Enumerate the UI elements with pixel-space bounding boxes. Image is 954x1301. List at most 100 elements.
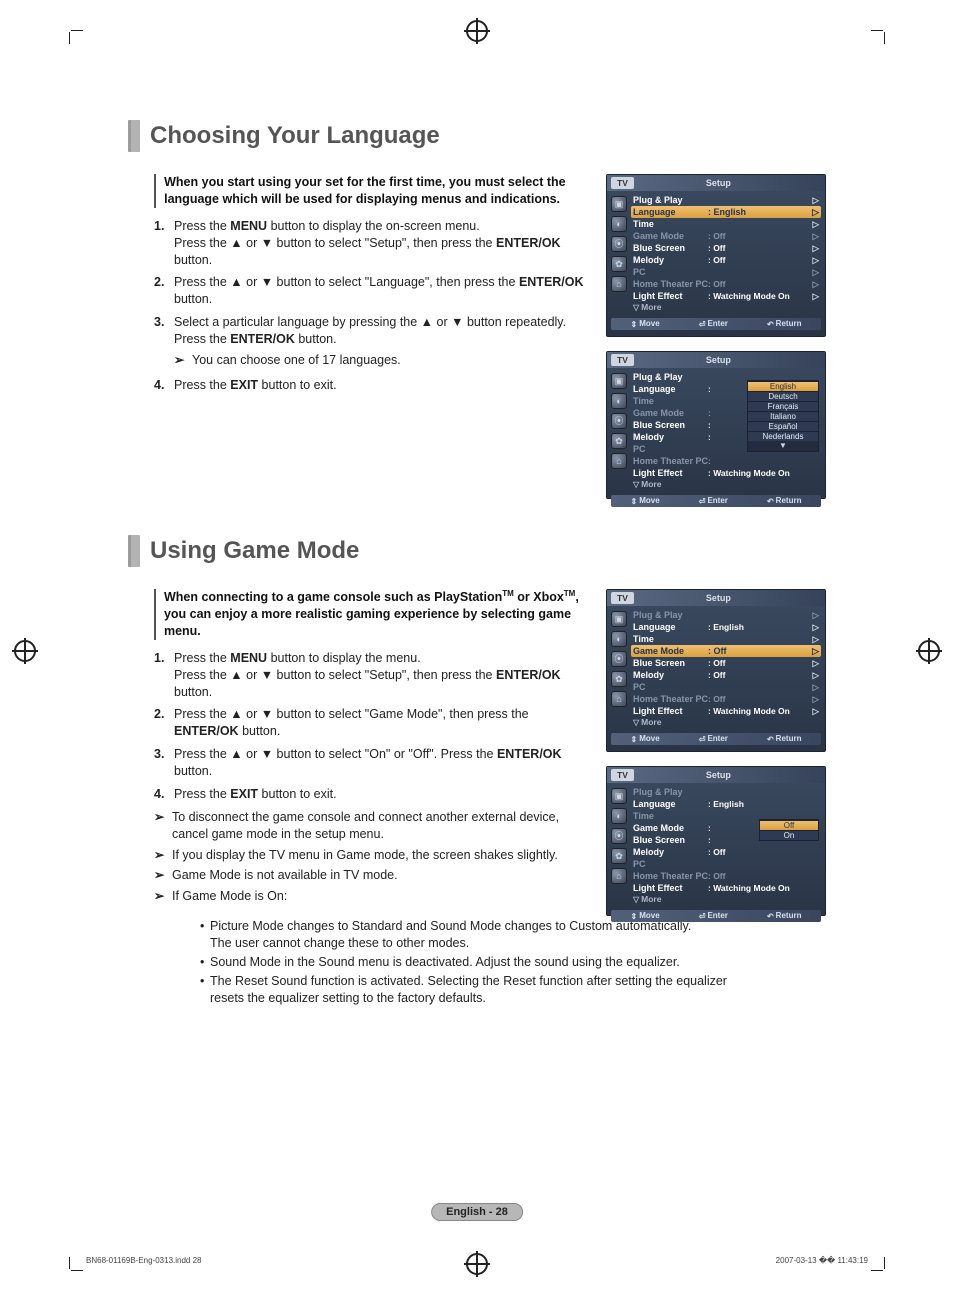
dropdown-option[interactable]: Français	[748, 401, 818, 411]
chevron-right-icon: ▷	[812, 207, 819, 218]
page-number-badge: English - 28	[431, 1203, 523, 1221]
dropdown-option[interactable]: English	[748, 381, 818, 391]
chevron-right-icon: ▷	[812, 706, 819, 717]
osd-row-label: Game Mode	[633, 408, 708, 418]
section-lead: When connecting to a game console such a…	[164, 589, 588, 640]
osd-row-value: : English	[708, 207, 819, 217]
osd-row-label: PC	[633, 859, 708, 869]
osd-row-label: Light Effect	[633, 468, 708, 478]
osd-row-label: Game Mode	[633, 646, 708, 656]
osd-row-value: : Watching Mode On	[708, 468, 798, 478]
dropdown-option[interactable]: On	[760, 830, 818, 840]
step-number: 2.	[154, 274, 174, 308]
picture-icon: ▣	[611, 788, 627, 804]
step-number: 4.	[154, 786, 174, 803]
osd-row-label: Game Mode	[633, 231, 708, 241]
return-icon: ↶	[767, 912, 774, 921]
chevron-right-icon: ▷	[812, 622, 819, 633]
indesign-filename: BN68-01169B-Eng-0313.indd 28	[86, 1256, 202, 1265]
osd-row-label: Plug & Play	[633, 372, 708, 382]
osd-source-tag: TV	[611, 769, 634, 781]
dropdown-more-icon: ▼	[748, 441, 818, 451]
osd-row-label: Plug & Play	[633, 787, 708, 797]
osd-row-label: PC	[633, 444, 708, 454]
osd-source-tag: TV	[611, 354, 634, 366]
osd-row-value: : Off	[708, 279, 798, 289]
setup-icon: ✿	[611, 848, 627, 864]
osd-row-value: : Off	[708, 255, 798, 265]
step-number: 2.	[154, 706, 174, 740]
osd-row-label: Language	[633, 384, 708, 394]
sound-icon: ◐	[611, 393, 627, 409]
dropdown-option[interactable]: Español	[748, 421, 818, 431]
osd-row-label: Home Theater PC	[633, 456, 708, 466]
osd-row-value: : Off	[708, 231, 798, 241]
chevron-right-icon: ▷	[812, 243, 819, 254]
osd-setup-panel: TVSetup ▣ ◐ ⦿ ✿ ⌂ Plug & Play▷ Language:…	[606, 589, 826, 752]
step-text: Press the ▲ or ▼ button to select "Langu…	[174, 274, 588, 308]
note-text: If Game Mode is On:	[172, 888, 287, 905]
registration-mark-icon	[466, 20, 488, 42]
osd-row-label: Time	[633, 634, 708, 644]
note-arrow-icon: ➢	[154, 867, 172, 884]
osd-row-label: Home Theater PC	[633, 694, 708, 704]
section-title: Choosing Your Language	[150, 120, 440, 152]
dropdown-option[interactable]: Off	[760, 820, 818, 830]
chevron-right-icon: ▷	[812, 291, 819, 302]
input-icon: ⌂	[611, 453, 627, 469]
step-number: 3.	[154, 314, 174, 371]
note-text: Game Mode is not available in TV mode.	[172, 867, 398, 884]
bullet-text: The Reset Sound function is activated. S…	[210, 973, 727, 1007]
enter-icon: ⏎	[699, 320, 706, 329]
enter-icon: ⏎	[699, 735, 706, 744]
step-number: 3.	[154, 746, 174, 780]
move-icon: ⇕	[631, 735, 638, 744]
osd-row-label: Language	[633, 207, 708, 217]
osd-title: Setup	[640, 178, 821, 188]
step-text: Press the ▲ or ▼ button to select "Game …	[174, 706, 588, 740]
input-icon: ⌂	[611, 868, 627, 884]
dropdown-option[interactable]: Nederlands	[748, 431, 818, 441]
osd-row-value: : Off	[708, 871, 798, 881]
osd-row-label: Blue Screen	[633, 835, 708, 845]
osd-row-label: Home Theater PC	[633, 871, 708, 881]
dropdown-option[interactable]: Italiano	[748, 411, 818, 421]
input-icon: ⌂	[611, 276, 627, 292]
chevron-right-icon: ▷	[812, 670, 819, 681]
chevron-right-icon: ▷	[812, 658, 819, 669]
enter-icon: ⏎	[699, 912, 706, 921]
game-mode-dropdown[interactable]: Off On	[759, 819, 819, 841]
picture-icon: ▣	[611, 196, 627, 212]
section-title: Using Game Mode	[150, 535, 359, 567]
osd-row-value: : Off	[708, 646, 819, 656]
step-number: 4.	[154, 377, 174, 394]
sound-icon: ◐	[611, 808, 627, 824]
channel-icon: ⦿	[611, 651, 627, 667]
channel-icon: ⦿	[611, 236, 627, 252]
return-icon: ↶	[767, 320, 774, 329]
chevron-right-icon: ▷	[812, 219, 819, 230]
step-text: Press the EXIT button to exit.	[174, 377, 588, 394]
osd-row-label: PC	[633, 682, 708, 692]
chevron-down-icon: ▽	[633, 895, 639, 904]
osd-title: Setup	[640, 770, 821, 780]
language-dropdown[interactable]: English Deutsch Français Italiano Españo…	[747, 380, 819, 452]
osd-row-label: Blue Screen	[633, 658, 708, 668]
setup-icon: ✿	[611, 256, 627, 272]
osd-row-label: Time	[633, 219, 708, 229]
osd-row-value: : Watching Mode On	[708, 706, 798, 716]
step-number: 1.	[154, 650, 174, 701]
indesign-timestamp: 2007-03-13 �� 11:43:19	[776, 1256, 868, 1265]
osd-row-label: Light Effect	[633, 883, 708, 893]
channel-icon: ⦿	[611, 413, 627, 429]
dropdown-option[interactable]: Deutsch	[748, 391, 818, 401]
osd-row-value: : Off	[708, 847, 798, 857]
osd-title: Setup	[640, 355, 821, 365]
osd-row-value: :	[708, 456, 798, 466]
osd-row-value: : Off	[708, 658, 798, 668]
step-text: Press the MENU button to display the on-…	[174, 218, 588, 269]
osd-title: Setup	[640, 593, 821, 603]
return-icon: ↶	[767, 497, 774, 506]
channel-icon: ⦿	[611, 828, 627, 844]
picture-icon: ▣	[611, 611, 627, 627]
